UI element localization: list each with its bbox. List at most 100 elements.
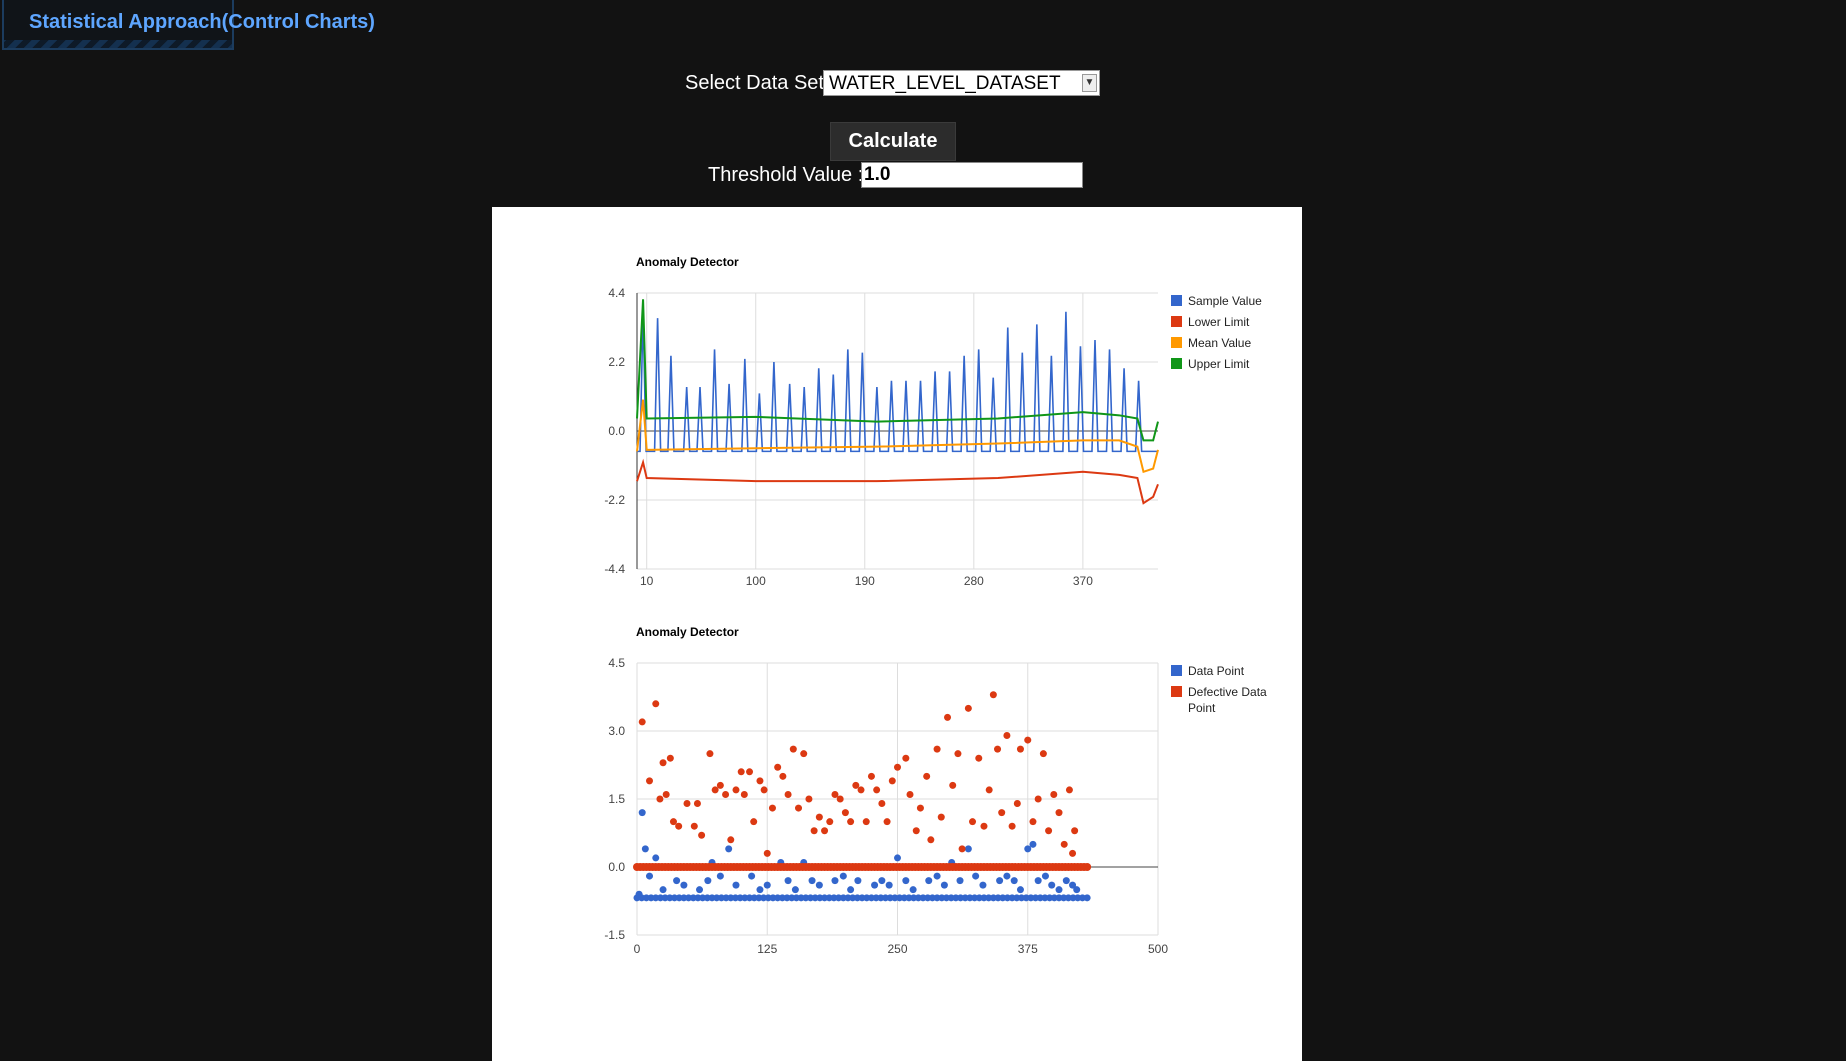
defective-data-point [1024,736,1032,744]
data-point [716,872,724,880]
data-point [791,886,799,894]
data-point [1010,877,1018,885]
defective-data-point [985,786,993,794]
defective-data-point [958,845,966,853]
legend-swatch [1171,295,1182,306]
defective-data-point [1008,822,1016,830]
threshold-label: Threshold Value : [708,164,864,186]
defective-data-point [693,800,701,808]
defective-data-point [737,768,745,776]
defective-data-point [949,781,957,789]
defective-data-point [746,768,754,776]
defective-data-point [873,786,881,794]
defective-data-point [1003,732,1011,740]
defective-data-point [732,786,740,794]
data-point [673,877,681,885]
defective-data-point [994,745,1002,753]
data-point [885,881,893,889]
data-point [956,877,964,885]
defective-data-point [836,795,844,803]
tab-control-charts[interactable]: Statistical Approach(Control Charts) [2,0,375,50]
data-point [972,872,980,880]
defective-data-point [826,818,834,826]
defective-data-point [675,822,683,830]
defective-data-point [1034,795,1042,803]
dataset-label: Select Data Set [685,72,824,94]
defective-data-point [902,754,910,762]
defective-data-point [659,759,667,767]
defective-data-point [779,772,787,780]
defective-data-point [944,713,952,721]
y-tick-label: -4.4 [604,562,625,576]
x-tick-label: 370 [1073,574,1093,588]
legend-label: Lower Limit [1188,315,1250,329]
data-point [748,872,756,880]
data-point [909,886,917,894]
defective-data-point [841,809,849,817]
data-point [878,877,886,885]
scatter-chart: Anomaly Detector 4.5 3.0 1.5 0.0 -1.5 Data Poi… [604,627,1267,956]
x-tick-label: 500 [1148,942,1168,956]
defective-data-point [815,813,823,821]
defective-data-point [1071,827,1079,835]
chart-title: Anomaly Detector [636,627,739,639]
defective-data-point [666,754,674,762]
y-tick-label: -1.5 [604,928,625,942]
data-point [635,890,643,898]
defective-data-point [821,827,829,835]
defective-data-point [740,790,748,798]
defective-data-point [768,804,776,812]
defective-data-point [750,818,758,826]
defective-data-point [763,849,771,857]
y-tick-label: 4.5 [608,656,625,670]
legend-swatch [1171,358,1182,369]
defective-data-point [989,691,997,699]
x-tick-label: 125 [757,942,777,956]
defective-data-point [980,822,988,830]
legend-swatch [1171,337,1182,348]
defective-data-point [954,750,962,758]
defective-data-point [652,700,660,708]
defective-data-point [888,777,896,785]
x-tick-label: 280 [964,574,984,588]
data-point [732,881,740,889]
data-point [839,872,847,880]
data-point [871,881,879,889]
data-point [808,877,816,885]
data-point [1083,894,1091,902]
data-point [756,886,764,894]
calculate-button[interactable]: Calculate [830,122,956,161]
data-point [894,854,901,862]
chart-panel: Anomaly Detector 4.4 2.2 0.0 -2.2 -4.4 Sample … [492,207,1302,1061]
series-mean-value [636,399,1159,474]
defective-data-point [1069,849,1077,857]
x-tick-label: 375 [1018,942,1038,956]
data-point [1016,886,1024,894]
data-point [652,854,660,862]
defective-data-point [800,750,808,758]
data-point [1073,886,1081,894]
data-point [933,872,941,880]
defective-data-point [810,827,818,835]
defective-data-point [975,754,983,762]
x-tick-label: 250 [887,942,907,956]
defective-data-point [789,745,797,753]
data-point [1003,872,1011,880]
y-tick-label: 1.5 [608,792,625,806]
data-point [680,881,688,889]
defective-data-point [756,777,764,785]
threshold-input[interactable]: 1.0 [861,162,1083,188]
legend-label: Sample Value [1188,294,1262,308]
defective-data-point [916,804,924,812]
legend-label: Mean Value [1188,336,1251,350]
defective-data-point [1016,745,1024,753]
data-point [854,877,862,885]
data-point [725,845,733,853]
data-point [902,877,910,885]
data-point [940,881,948,889]
legend-swatch [1171,665,1182,676]
data-point [763,881,771,889]
dataset-select[interactable]: WATER_LEVEL_DATASET ▼ [823,70,1100,96]
chevron-down-icon[interactable]: ▼ [1082,74,1097,92]
defective-data-point [1083,863,1092,871]
